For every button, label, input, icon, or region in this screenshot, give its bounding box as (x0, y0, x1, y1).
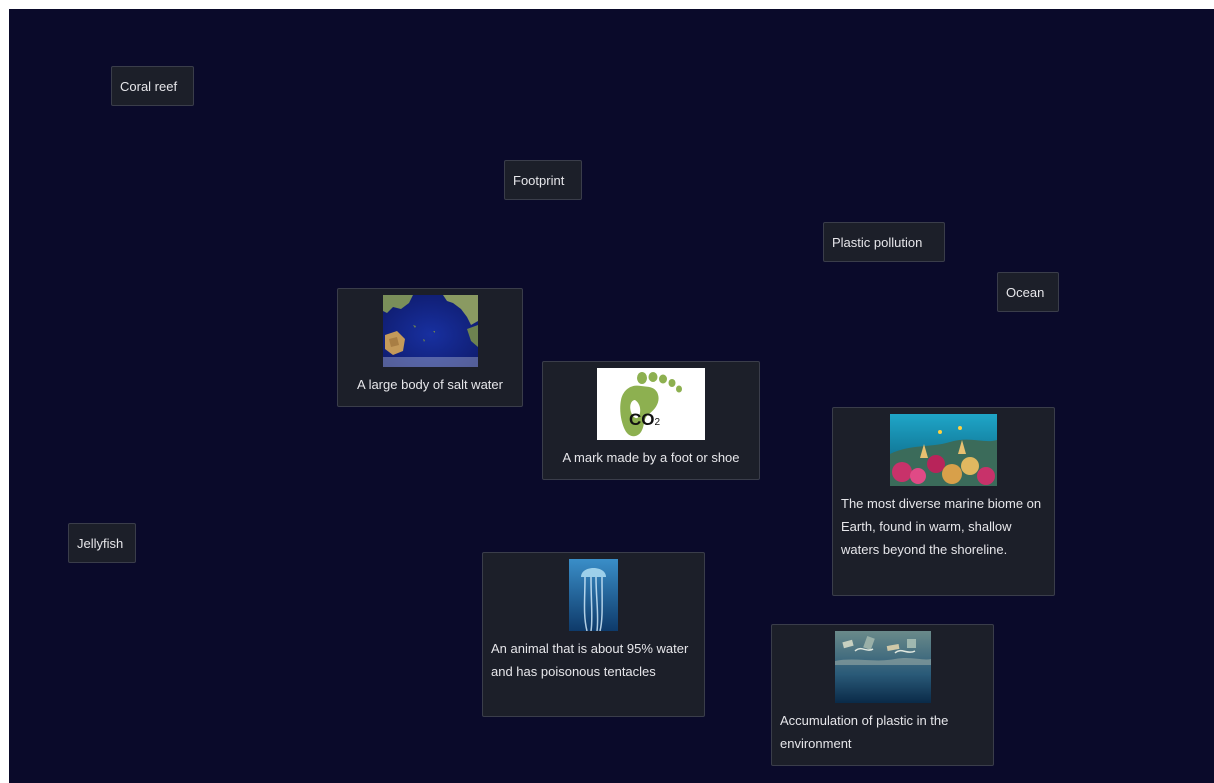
definition-text-plastic-pollution: Accumulation of plastic in the environme… (780, 713, 949, 751)
term-tile-jellyfish[interactable]: Jellyfish (68, 523, 136, 563)
definition-text-footprint: A mark made by a foot or shoe (562, 450, 740, 465)
pacific-ocean-map-image (382, 295, 478, 367)
term-tile-coral-reef[interactable]: Coral reef (111, 66, 194, 106)
term-tile-ocean[interactable]: Ocean (997, 272, 1059, 312)
matching-board: Coral reef Footprint Plastic pollution O… (9, 9, 1214, 783)
definition-card-plastic-pollution[interactable]: Accumulation of plastic in the environme… (771, 624, 994, 766)
co2-label: CO2 (629, 410, 661, 429)
definition-card-ocean[interactable]: A large body of salt water (337, 288, 523, 407)
coral-reef-image (890, 414, 997, 486)
definition-card-jellyfish[interactable]: An animal that is about 95% water and ha… (482, 552, 705, 717)
jellyfish-image (569, 559, 618, 631)
definition-card-footprint[interactable]: CO2 A mark made by a foot or shoe (542, 361, 760, 480)
definition-text-coral-reef: The most diverse marine biome on Earth, … (841, 496, 1042, 557)
plastic-pollution-image (834, 631, 931, 703)
definition-text-ocean: A large body of salt water (357, 377, 503, 392)
definition-card-coral-reef[interactable]: The most diverse marine biome on Earth, … (832, 407, 1055, 596)
term-tile-plastic-pollution[interactable]: Plastic pollution (823, 222, 945, 262)
definition-text-jellyfish: An animal that is about 95% water and ha… (491, 641, 689, 679)
term-tile-footprint[interactable]: Footprint (504, 160, 582, 200)
co2-footprint-image: CO2 (597, 368, 705, 440)
